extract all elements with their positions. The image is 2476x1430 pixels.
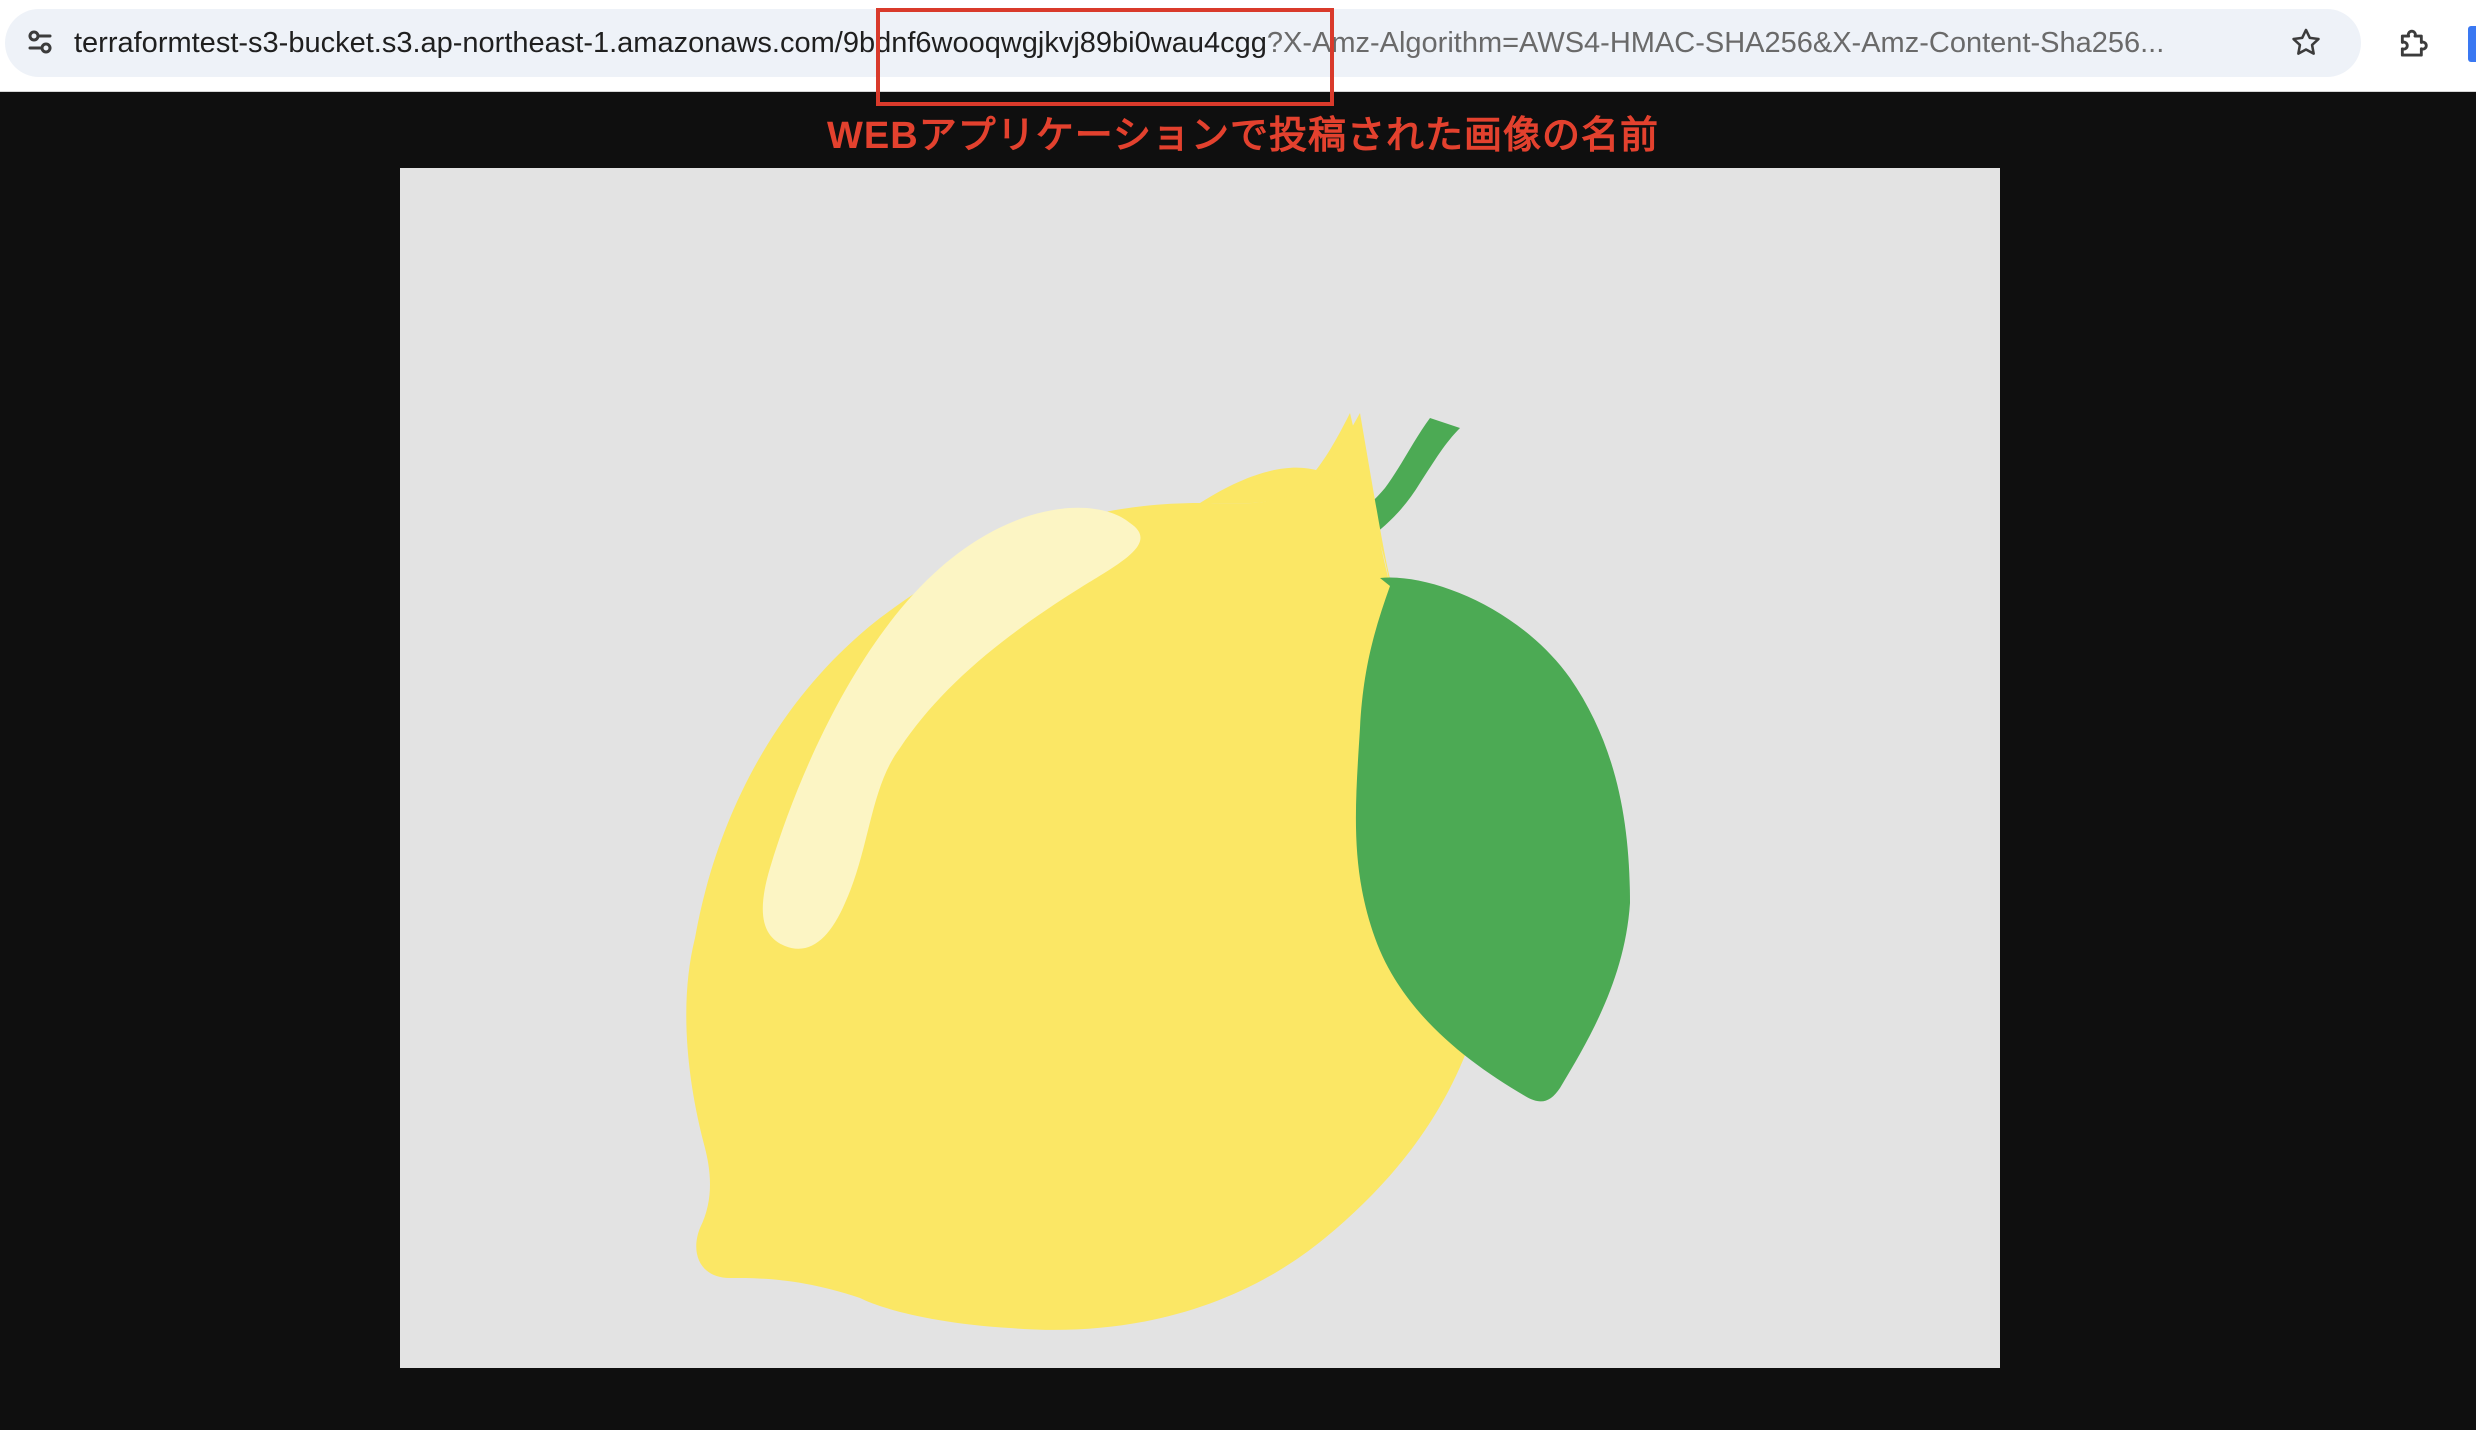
image-viewer <box>400 168 2000 1368</box>
url-host: terraformtest-s3-bucket.s3.ap-northeast-… <box>74 27 843 59</box>
lemon-image <box>400 168 2000 1368</box>
url-query: ?X-Amz-Algorithm=AWS4-HMAC-SHA256&X-Amz-… <box>1266 27 2165 59</box>
puzzle-icon[interactable] <box>2396 25 2434 63</box>
star-icon[interactable] <box>2289 26 2323 60</box>
object-key-highlight-box <box>876 8 1334 106</box>
profile-edge-indicator <box>2468 26 2476 62</box>
annotation-label: WEBアプリケーションで投稿された画像の名前 <box>827 115 1659 157</box>
site-info-icon[interactable] <box>19 21 61 63</box>
